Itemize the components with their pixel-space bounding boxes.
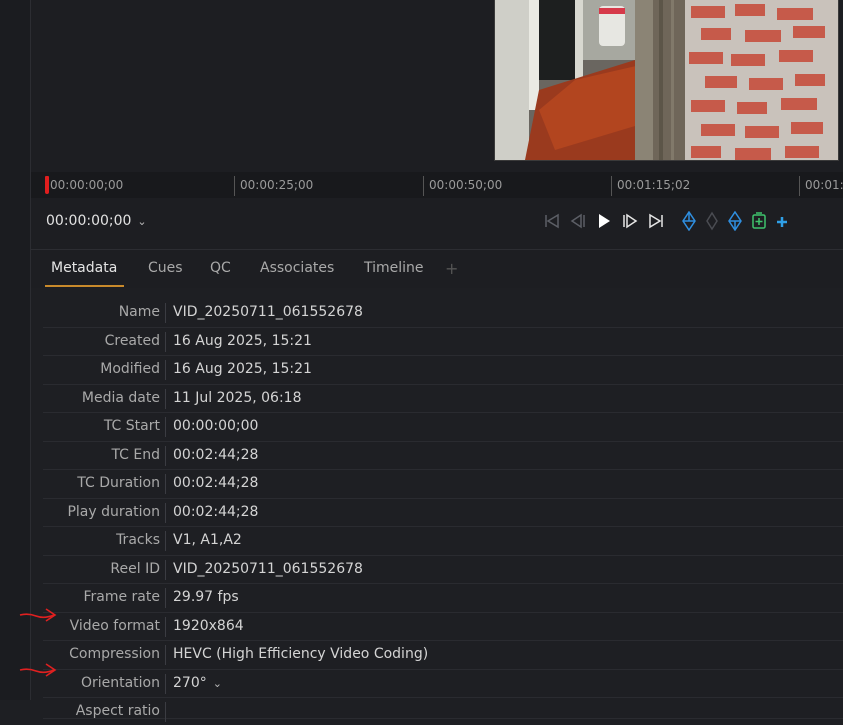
ruler-tick-label: 00:00:50;00 [423, 176, 502, 196]
metadata-value: 16 Aug 2025, 15:21 [173, 332, 312, 349]
metadata-value: 11 Jul 2025, 06:18 [173, 389, 302, 406]
metadata-label: Tracks [116, 532, 160, 548]
annotation-arrow-icon [19, 663, 57, 677]
metadata-value: 00:02:44;28 [173, 475, 259, 491]
ruler-tick-label: 00:00:00;00 [50, 178, 124, 192]
add-tab-button[interactable]: + [445, 259, 458, 278]
add-clip-icon[interactable] [751, 212, 767, 234]
metadata-label: Frame rate [83, 589, 160, 605]
metadata-row: Reel ID VID_20250711_061552678 [43, 556, 843, 584]
marker-icon[interactable] [705, 211, 719, 235]
metadata-label: Orientation [80, 674, 160, 691]
metadata-label: Aspect ratio [75, 703, 160, 719]
metadata-table: Name VID_20250711_061552678 Created 16 Aug… [43, 299, 843, 722]
metadata-value: 00:00:00;00 [173, 418, 259, 434]
metadata-row: Compression HEVC (High Efficiency Video C… [43, 641, 843, 670]
tab-metadata[interactable]: Metadata [51, 260, 117, 276]
timecode-value: 00:00:00;00 [46, 213, 132, 229]
add-icon[interactable] [775, 214, 789, 233]
metadata-row: Orientation 270° ⌄ [43, 670, 843, 698]
metadata-row: Tracks V1, A1,A2 [43, 527, 843, 556]
ruler-tick-label: 00:01:15;02 [611, 176, 690, 196]
metadata-row: Video format 1920x864 [43, 613, 843, 641]
metadata-label: Created [104, 332, 160, 349]
tab-timeline[interactable]: Timeline [364, 260, 424, 276]
metadata-value[interactable]: VID_20250711_061552678 [173, 556, 363, 583]
ruler-tick-label: 00:00:25;00 [234, 176, 313, 196]
chevron-down-icon[interactable]: ⌄ [213, 677, 222, 690]
play-icon[interactable] [595, 212, 613, 234]
mark-in-icon[interactable] [681, 210, 697, 235]
transport-bar: 00:00:00;00 ⌄ [31, 198, 843, 250]
metadata-value: 00:02:44;28 [173, 446, 259, 463]
step-back-icon[interactable] [569, 212, 587, 234]
video-thumbnail-image [495, 0, 838, 160]
metadata-value: 1920x864 [173, 617, 244, 634]
orientation-dropdown[interactable]: 270° ⌄ [173, 670, 222, 697]
go-to-end-icon[interactable] [647, 212, 665, 234]
playback-controls [543, 210, 797, 235]
metadata-row: Modified 16 Aug 2025, 15:21 [43, 356, 843, 385]
metadata-label: TC Duration [77, 475, 160, 491]
metadata-row: Aspect ratio [43, 698, 843, 722]
inspector-tabbar: Metadata Cues QC Associates Timeline + [31, 250, 843, 288]
metadata-value: HEVC (High Efficiency Video Coding) [173, 646, 429, 662]
metadata-label: TC End [111, 446, 160, 463]
timecode-display[interactable]: 00:00:00;00 ⌄ [46, 213, 147, 229]
metadata-value: 270° [173, 674, 207, 691]
tab-qc[interactable]: QC [210, 260, 231, 276]
metadata-value: 00:02:44;28 [173, 503, 259, 520]
go-to-start-icon[interactable] [543, 212, 561, 234]
metadata-row: Media date 11 Jul 2025, 06:18 [43, 385, 843, 413]
chevron-down-icon[interactable]: ⌄ [137, 215, 146, 228]
tab-cues[interactable]: Cues [148, 260, 183, 276]
metadata-label: Media date [81, 389, 160, 406]
metadata-value: 29.97 fps [173, 589, 239, 605]
metadata-value[interactable]: VID_20250711_061552678 [173, 299, 363, 326]
left-panel-strip [0, 0, 31, 700]
active-tab-indicator [45, 285, 124, 287]
metadata-row: TC Start 00:00:00;00 [43, 413, 843, 442]
metadata-row: Frame rate 29.97 fps [43, 584, 843, 613]
metadata-label: Reel ID [110, 560, 160, 577]
metadata-row: Play duration 00:02:44;28 [43, 499, 843, 527]
annotation-arrow-icon [19, 608, 57, 622]
mark-out-icon[interactable] [727, 210, 743, 235]
metadata-value: 16 Aug 2025, 15:21 [173, 361, 312, 377]
metadata-label: Compression [69, 646, 160, 662]
metadata-label: Modified [100, 361, 160, 377]
metadata-label: TC Start [103, 418, 160, 434]
metadata-row: Name VID_20250711_061552678 [43, 299, 843, 328]
metadata-row: Created 16 Aug 2025, 15:21 [43, 328, 843, 356]
metadata-label: Video format [69, 617, 160, 634]
metadata-row: TC End 00:02:44;28 [43, 442, 843, 470]
tab-associates[interactable]: Associates [260, 260, 334, 276]
video-preview [494, 0, 839, 161]
metadata-label: Play duration [67, 503, 160, 520]
step-forward-icon[interactable] [621, 212, 639, 234]
ruler-tick-label: 00:01: [799, 176, 843, 196]
metadata-value: V1, A1,A2 [173, 532, 242, 548]
metadata-label: Name [118, 304, 160, 320]
timeline-ruler[interactable]: 00:00:00;00 00:00:25;00 00:00:50;00 00:0… [31, 172, 843, 198]
metadata-row: TC Duration 00:02:44;28 [43, 470, 843, 499]
